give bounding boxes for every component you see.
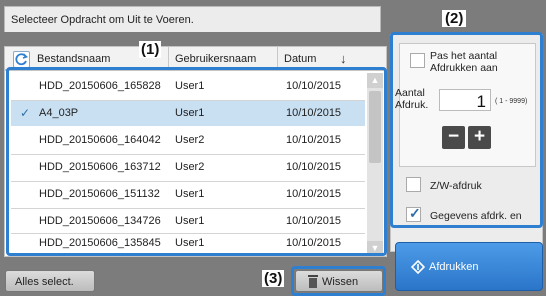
column-header-filename[interactable]: Bestandsnaam xyxy=(37,53,110,65)
delete-button[interactable]: Wissen xyxy=(295,270,383,292)
select-all-button[interactable]: Alles select. xyxy=(5,270,95,292)
trash-icon xyxy=(308,274,318,291)
instruction-text: Selecteer Opdracht om Uit te Voeren. xyxy=(4,6,381,32)
callout-3: (3) xyxy=(262,270,285,287)
print-button[interactable]: Afdrukken xyxy=(395,242,543,291)
sort-arrow-icon[interactable]: ↓ xyxy=(340,51,347,66)
print-icon xyxy=(410,259,426,277)
job-selection-panel: Selecteer Opdracht om Uit te Voeren. Bes… xyxy=(0,0,546,296)
settings-highlight-frame xyxy=(390,32,543,228)
refresh-button[interactable] xyxy=(13,51,30,68)
callout-1: (1) xyxy=(139,41,162,58)
column-header-user[interactable]: Gebruikersnaam xyxy=(175,53,256,65)
list-highlight-frame xyxy=(6,67,387,256)
refresh-icon xyxy=(15,53,29,66)
column-header-date[interactable]: Datum xyxy=(284,53,316,65)
callout-2: (2) xyxy=(442,10,467,27)
delete-label: Wissen xyxy=(322,276,359,288)
print-label: Afdrukken xyxy=(429,261,479,273)
